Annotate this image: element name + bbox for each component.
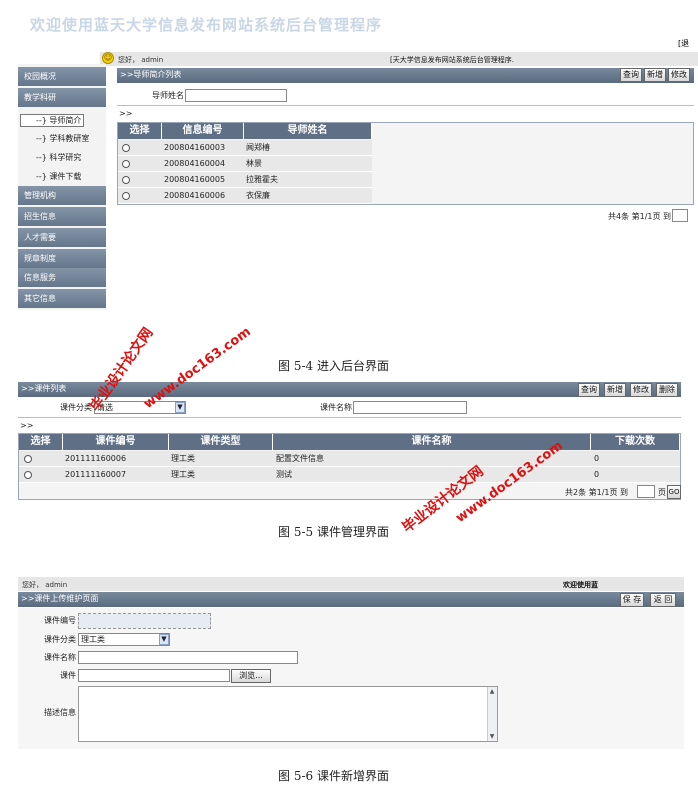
col-download-count: 下载次数 xyxy=(591,434,680,450)
row-name: 配置文件信息 xyxy=(276,454,324,463)
sidebar-item-service[interactable]: 信息服务 xyxy=(18,268,106,287)
query-button[interactable]: 查询 xyxy=(620,68,642,82)
row-name: 林景 xyxy=(246,159,262,168)
pager-text: 共4条 第1/1页 到 xyxy=(608,212,672,221)
course-name-input[interactable] xyxy=(78,651,298,664)
back-button[interactable]: 返 回 xyxy=(650,593,676,607)
breadcrumb: >>导师简介列表 xyxy=(117,68,694,83)
col-course-type: 课件类型 xyxy=(169,434,273,450)
chevron-down-icon[interactable]: ▼ xyxy=(159,634,169,645)
course-category-select[interactable]: 理工类 xyxy=(78,633,170,646)
logout-link[interactable]: [退 xyxy=(678,38,689,49)
row-type: 理工类 xyxy=(171,470,195,479)
add-button[interactable]: 新增 xyxy=(604,383,626,397)
row-radio[interactable] xyxy=(122,160,130,168)
pager-text: 共2条 第1/1页 到 xyxy=(565,488,629,497)
col-tutor-name: 导师姓名 xyxy=(244,123,372,139)
course-name-label: 课件名称 xyxy=(44,653,76,662)
path-marker: >> xyxy=(119,109,133,118)
row-id: 200804160003 xyxy=(164,143,226,152)
course-category-value: 理工类 xyxy=(81,635,105,644)
row-id: 200804160005 xyxy=(164,175,226,184)
row-id: 200804160006 xyxy=(164,191,226,200)
add-button[interactable]: 新增 xyxy=(644,68,666,82)
sidebar-sub-tutor[interactable]: --} 导师简介 xyxy=(36,115,81,127)
sidebar-sub-department[interactable]: --} 学科教研室 xyxy=(36,133,89,145)
path-marker: >> xyxy=(20,421,34,430)
page-input[interactable] xyxy=(672,209,688,222)
smiley-icon: ☺ xyxy=(102,52,114,64)
greeting-text: 您好， admin xyxy=(118,56,164,64)
caption-fig-5-5: 图 5-5 课件管理界面 xyxy=(278,525,389,539)
tutor-name-label: 导师姓名 xyxy=(152,91,184,100)
row-name: 测试 xyxy=(276,470,292,479)
row-count: 0 xyxy=(594,470,600,479)
header-banner-text: [天大学信息发布网站系统后台管理程序. xyxy=(390,56,514,64)
col-course-id: 课件编号 xyxy=(63,434,169,450)
row-type: 理工类 xyxy=(171,454,195,463)
row-name: 闻郑椿 xyxy=(246,143,270,152)
greeting-text: 您好， admin xyxy=(22,581,68,589)
scroll-down-icon[interactable]: ▼ xyxy=(487,732,497,741)
chevron-down-icon[interactable]: ▼ xyxy=(175,402,185,413)
pager-page-suffix: 页 xyxy=(658,488,666,497)
breadcrumb: >>课件上传维护页面 xyxy=(18,592,684,607)
row-name: 拉雅霍夫 xyxy=(246,175,278,184)
edit-button[interactable]: 修改 xyxy=(668,68,690,82)
row-radio[interactable] xyxy=(122,176,130,184)
sidebar-item-talent[interactable]: 人才需要 xyxy=(18,228,106,247)
row-radio[interactable] xyxy=(122,144,130,152)
table-row[interactable] xyxy=(118,188,372,204)
row-radio[interactable] xyxy=(24,455,32,463)
course-id-field xyxy=(78,613,211,629)
watermark-url: www.doc163.com xyxy=(141,324,254,412)
course-file-input[interactable] xyxy=(78,669,230,682)
sidebar-item-other[interactable]: 其它信息 xyxy=(18,289,106,308)
welcome-text: 欢迎使用蓝 xyxy=(563,581,598,589)
scroll-up-icon[interactable]: ▲ xyxy=(487,687,497,696)
row-id: 200804160004 xyxy=(164,159,226,168)
query-button[interactable]: 查询 xyxy=(578,383,600,397)
table-row[interactable] xyxy=(118,172,372,188)
section-divider xyxy=(18,417,681,418)
course-id-label: 课件编号 xyxy=(44,616,76,625)
col-select: 选择 xyxy=(118,123,162,139)
caption-fig-5-6: 图 5-6 课件新增界面 xyxy=(278,769,389,783)
row-id: 201111160006 xyxy=(65,454,127,463)
table-row[interactable] xyxy=(118,156,372,172)
table-row[interactable] xyxy=(118,140,372,156)
delete-button[interactable]: 删除 xyxy=(656,383,678,397)
sidebar-sub-download[interactable]: --} 课件下载 xyxy=(36,171,81,183)
row-id: 201111160007 xyxy=(65,470,127,479)
description-textarea[interactable] xyxy=(78,686,498,742)
course-category-label: 课件分类 xyxy=(44,635,76,644)
go-button[interactable]: GO xyxy=(667,485,681,499)
sidebar-item-rules[interactable]: 规章制度 xyxy=(18,249,106,268)
sidebar-item-admin[interactable]: 管理机构 xyxy=(18,186,106,205)
row-radio[interactable] xyxy=(24,471,32,479)
description-label: 描述信息 xyxy=(44,708,76,717)
browse-button[interactable]: 浏览... xyxy=(231,669,271,683)
page-input[interactable] xyxy=(637,485,655,498)
sidebar-sub-research[interactable]: --} 科学研究 xyxy=(36,152,81,164)
row-name: 衣保廉 xyxy=(246,191,270,200)
caption-fig-5-4: 图 5-4 进入后台界面 xyxy=(278,359,389,373)
tutor-name-input[interactable] xyxy=(185,89,287,102)
save-button[interactable]: 保 存 xyxy=(620,593,644,607)
sidebar-item-campus[interactable]: 校园概况 xyxy=(18,67,106,86)
row-radio[interactable] xyxy=(122,192,130,200)
course-name-input[interactable] xyxy=(353,401,467,414)
col-info-id: 信息编号 xyxy=(162,123,244,139)
sidebar-item-admission[interactable]: 招生信息 xyxy=(18,207,106,226)
course-name-label: 课件名称 xyxy=(320,403,352,412)
app-title: 欢迎使用蓝天大学信息发布网站系统后台管理程序 xyxy=(30,16,383,34)
col-select: 选择 xyxy=(19,434,63,450)
sidebar-item-teaching[interactable]: 教学科研 xyxy=(18,88,106,107)
edit-button[interactable]: 修改 xyxy=(630,383,652,397)
course-file-label: 课件 xyxy=(60,671,76,680)
row-count: 0 xyxy=(594,454,600,463)
section-divider xyxy=(117,105,694,106)
